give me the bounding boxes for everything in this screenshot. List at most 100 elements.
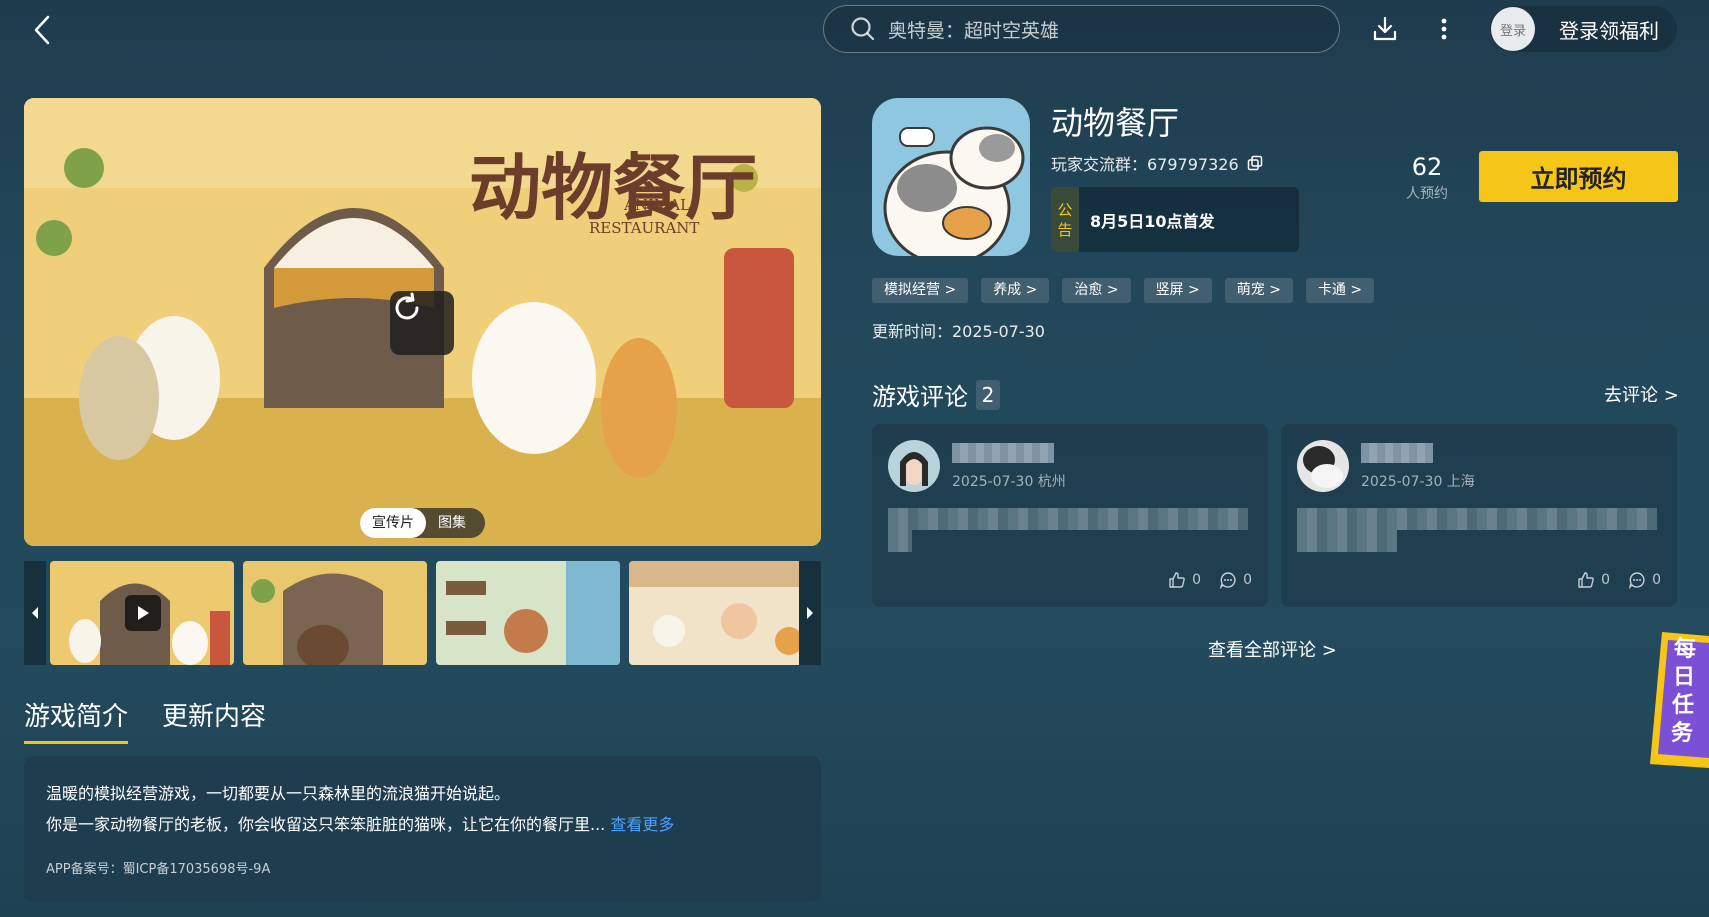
content-tabs: 游戏简介 更新内容: [24, 696, 300, 744]
daily-task-char-1: 每: [1674, 636, 1696, 662]
tag-cartoon[interactable]: 卡通 >: [1305, 278, 1375, 303]
avatar: [888, 440, 940, 492]
tag-simulation[interactable]: 模拟经营 >: [872, 278, 969, 303]
daily-task-char-2: 日: [1673, 665, 1695, 690]
like-button[interactable]: 0: [1577, 571, 1610, 589]
download-icon: [1373, 16, 1397, 41]
download-button[interactable]: [1371, 14, 1399, 44]
review-card[interactable]: 2025-07-30 杭州 0 0: [872, 424, 1268, 607]
view-all-reviews-link[interactable]: 查看全部评论 >: [1208, 636, 1337, 662]
write-review-link[interactable]: 去评论 >: [1604, 381, 1679, 407]
announcement-tag-char-2: 告: [1057, 220, 1073, 239]
announcement-text: 8月5日10点首发: [1090, 211, 1215, 231]
game-icon-image: [872, 98, 1030, 256]
comment-button[interactable]: 0: [1628, 571, 1661, 589]
description-line-2-wrapper: 你是一家动物餐厅的老板，你会收留这只笨笨脏脏的猫咪，让它在你的餐厅里... 查看…: [46, 809, 799, 840]
search-icon: [851, 17, 875, 41]
tag-list: 模拟经营 > 养成 > 治愈 > 竖屏 > 萌宠 > 卡通 >: [872, 278, 1387, 303]
description-card: 温暖的模拟经营游戏，一切都要从一只森林里的流浪猫开始说起。 你是一家动物餐厅的老…: [24, 756, 821, 902]
daily-task-button[interactable]: 每 日 任 务: [1648, 630, 1709, 770]
reviews-header: 游戏评论 2: [872, 377, 1000, 412]
comment-count: 0: [1243, 572, 1252, 588]
search-input[interactable]: 奥特曼：超时空英雄: [823, 5, 1340, 53]
review-actions: 0 0: [1150, 571, 1252, 589]
reviewer-name-blurred: [1361, 443, 1433, 463]
caret-left-icon: [32, 607, 38, 619]
like-button[interactable]: 0: [1168, 571, 1201, 589]
review-text-blurred: [1297, 504, 1657, 552]
thumbs-up-icon: [1169, 572, 1185, 588]
description-line-2: 你是一家动物餐厅的老板，你会收留这只笨笨脏脏的猫咪，让它在你的餐厅里...: [46, 815, 606, 834]
see-more-link[interactable]: 查看更多: [610, 815, 674, 834]
thumb-next-button[interactable]: [799, 561, 821, 665]
tab-updates[interactable]: 更新内容: [162, 696, 266, 744]
media-toggle: 宣传片 图集: [360, 508, 485, 538]
description-line-1: 温暖的模拟经营游戏，一切都要从一只森林里的流浪猫开始说起。: [46, 784, 511, 803]
comment-icon: [1219, 572, 1236, 589]
update-time: 更新时间：2025-07-30: [872, 322, 1045, 341]
replay-icon: [395, 292, 419, 320]
thumbnail-play-button: [125, 595, 161, 631]
more-menu-button[interactable]: [1436, 14, 1452, 44]
tag-raising[interactable]: 养成 >: [981, 278, 1050, 303]
thumbs-up-icon: [1578, 572, 1594, 588]
daily-task-char-4: 务: [1671, 721, 1694, 746]
announcement-tag: 公 告: [1051, 187, 1079, 252]
comment-button[interactable]: 0: [1219, 571, 1252, 589]
review-meta: 2025-07-30 杭州: [952, 474, 1066, 490]
reservation-count: 62 人预约: [1400, 153, 1454, 203]
toggle-gallery[interactable]: 图集: [426, 508, 478, 538]
comment-count: 0: [1652, 572, 1661, 588]
player-group-label: 玩家交流群：679797326: [1051, 155, 1239, 174]
chevron-left-icon: [34, 15, 50, 45]
daily-task-char-3: 任: [1671, 692, 1694, 718]
reviews-count-badge: 2: [976, 379, 1000, 410]
play-icon: [138, 606, 149, 620]
review-card[interactable]: 2025-07-30 上海 0 0: [1281, 424, 1677, 607]
top-bar: 奥特曼：超时空英雄 登录 登录领福利: [0, 0, 1709, 60]
review-actions: 0 0: [1559, 571, 1661, 589]
thumbnail-3[interactable]: [436, 561, 620, 665]
tab-intro[interactable]: 游戏简介: [24, 696, 129, 744]
daily-task-badge: 每 日 任 务: [1650, 632, 1709, 768]
game-title: 动物餐厅: [1051, 104, 1180, 142]
login-rewards-label: 登录领福利: [1559, 18, 1659, 43]
login-rewards-button[interactable]: 登录 登录领福利: [1490, 6, 1677, 52]
replay-button[interactable]: [390, 291, 454, 355]
toggle-video[interactable]: 宣传片: [360, 508, 426, 538]
reserve-now-button[interactable]: 立即预约: [1479, 151, 1678, 202]
game-icon: [872, 98, 1030, 256]
more-vertical-icon: [1441, 18, 1447, 40]
player-group: 玩家交流群：679797326: [1051, 151, 1263, 175]
tag-healing[interactable]: 治愈 >: [1062, 278, 1131, 303]
thumbnail-strip: [24, 561, 821, 665]
icp-record: APP备案号：蜀ICP备17035698号-9A: [46, 862, 271, 877]
search-placeholder: 奥特曼：超时空英雄: [888, 19, 1060, 42]
thumbnail-video[interactable]: [50, 561, 234, 665]
avatar: [1297, 440, 1349, 492]
hero-subtitle-1: ANIMAL: [623, 196, 690, 214]
thumbnail-image: [629, 561, 813, 665]
copy-icon[interactable]: [1247, 155, 1263, 171]
tag-cute-pets[interactable]: 萌宠 >: [1224, 278, 1293, 303]
reservation-number: 62: [1411, 153, 1443, 181]
thumbnail-4[interactable]: [629, 561, 813, 665]
hero-game-title: 动物餐厅: [469, 146, 757, 230]
review-text-blurred: [888, 504, 1248, 552]
reviewer-name-blurred: [952, 443, 1054, 463]
caret-right-icon: [807, 607, 813, 619]
announcement[interactable]: 公 告 8月5日10点首发: [1051, 187, 1299, 252]
like-count: 0: [1601, 572, 1611, 588]
hero-subtitle-2: RESTAURANT: [589, 219, 699, 237]
thumbnail-image: [436, 561, 620, 665]
reservation-label: 人预约: [1406, 186, 1448, 202]
review-meta: 2025-07-30 上海: [1361, 474, 1475, 490]
reviews-title: 游戏评论: [872, 383, 968, 411]
hero-video-player[interactable]: 动物餐厅 ANIMAL RESTAURANT 宣传片 图集: [24, 98, 821, 546]
thumb-prev-button[interactable]: [24, 561, 46, 665]
thumbnail-2[interactable]: [243, 561, 427, 665]
comment-icon: [1628, 572, 1645, 589]
back-button[interactable]: [28, 12, 56, 48]
tag-portrait[interactable]: 竖屏 >: [1143, 278, 1212, 303]
avatar: 登录: [1491, 7, 1535, 51]
